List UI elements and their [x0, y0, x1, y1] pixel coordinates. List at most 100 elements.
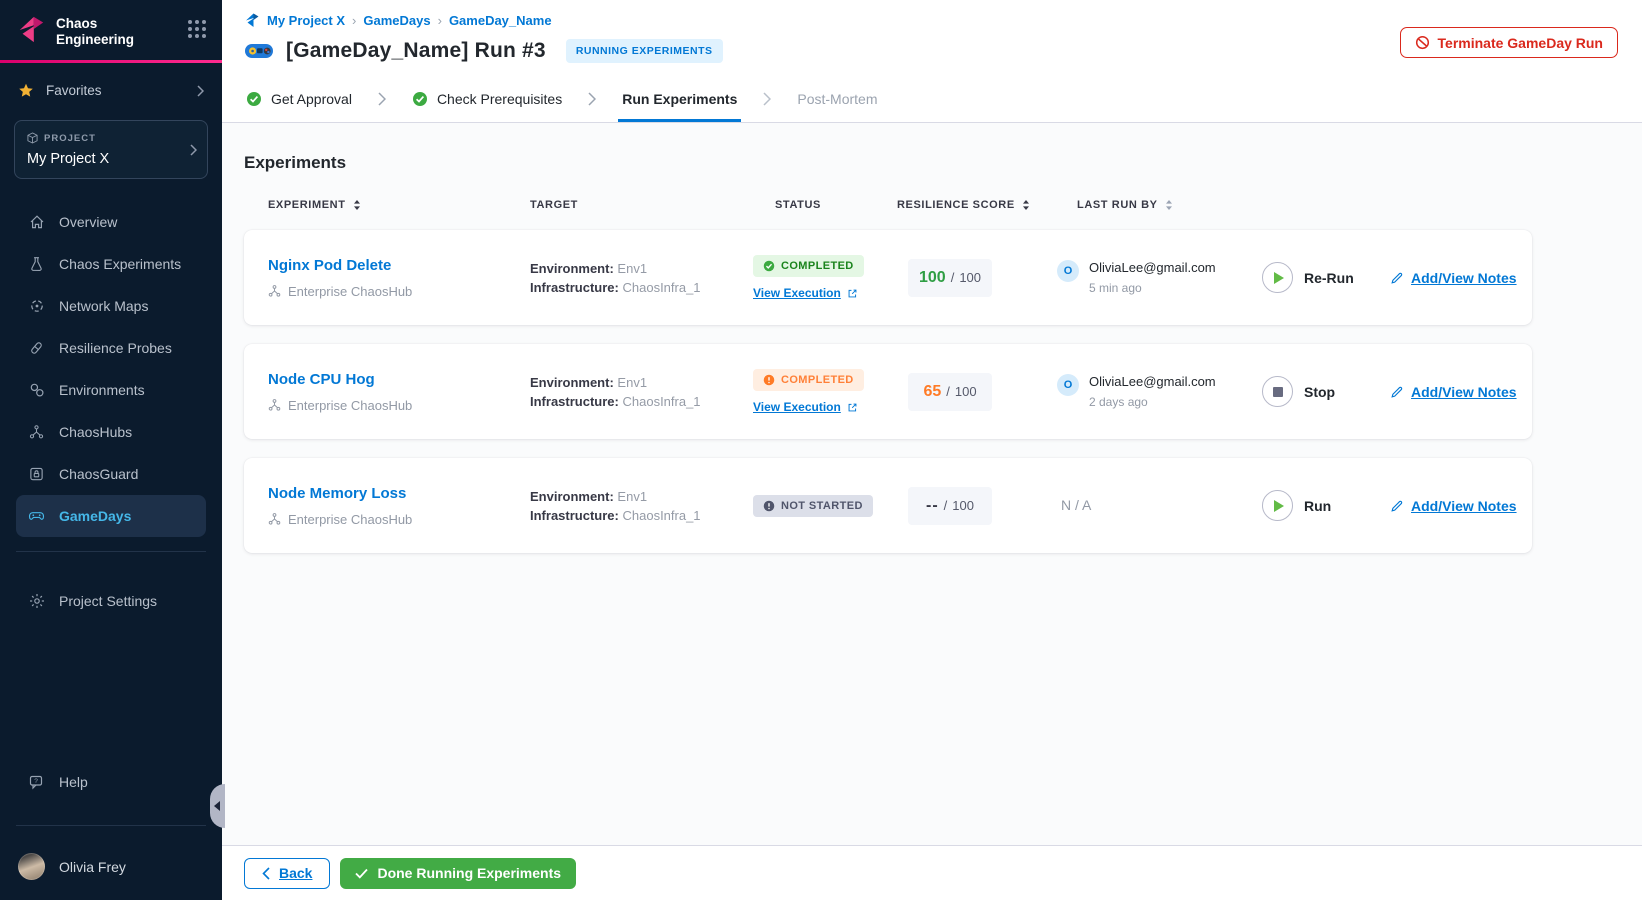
step-label: Post-Mortem: [797, 91, 878, 107]
help-label: Help: [59, 774, 88, 790]
view-execution-link[interactable]: View Execution: [753, 286, 858, 300]
table-row: Nginx Pod Delete Enterprise ChaosHub Env…: [244, 230, 1532, 325]
sidebar-item-help[interactable]: ? Help: [16, 761, 206, 803]
status-cell: COMPLETED View Execution: [753, 369, 889, 414]
nav-label: ChaosGuard: [59, 466, 139, 483]
sidebar-item-gamedays[interactable]: GameDays: [16, 495, 206, 538]
experiments-section: Experiments EXPERIMENT TARGET STATUS RES…: [222, 123, 1642, 845]
experiment-link[interactable]: Node CPU Hog: [268, 371, 375, 388]
sidebar-header: Chaos Engineering: [0, 0, 222, 60]
experiments-heading: Experiments: [244, 153, 347, 172]
step-label: Check Prerequisites: [436, 91, 563, 107]
pencil-icon: [1391, 500, 1403, 512]
sidebar-item-favorites[interactable]: Favorites: [0, 63, 222, 104]
breadcrumb-link-gameday-name[interactable]: GameDay_Name: [449, 13, 552, 28]
runner-avatar: O: [1057, 374, 1079, 396]
user-avatar: [18, 853, 45, 880]
step-post-mortem: Post-Mortem: [797, 76, 877, 122]
runner-time: 2 days ago: [1089, 395, 1148, 409]
svg-text:?: ?: [34, 778, 38, 785]
rerun-button[interactable]: Re-Run: [1262, 262, 1390, 293]
experiment-cell: Node Memory Loss Enterprise ChaosHub: [268, 485, 530, 527]
step-get-approval[interactable]: Get Approval: [246, 76, 352, 122]
score-value: 65: [923, 382, 942, 400]
table-row: Node Memory Loss Enterprise ChaosHub Env…: [244, 458, 1532, 553]
favorites-label: Favorites: [46, 83, 102, 99]
column-header-resilience-score[interactable]: RESILIENCE SCORE: [889, 199, 1057, 211]
chaoshub-icon: [268, 398, 281, 412]
last-run-by-cell: N / A: [1057, 497, 1262, 515]
external-link-icon: [848, 289, 857, 297]
page-title: [GameDay_Name] Run #3: [286, 39, 546, 62]
chaoshub-icon: [268, 284, 281, 298]
terminate-gameday-run-button[interactable]: Terminate GameDay Run: [1399, 27, 1618, 58]
sidebar-item-overview[interactable]: Overview: [16, 201, 206, 243]
step-check-prerequisites[interactable]: Check Prerequisites: [412, 76, 562, 122]
chevron-left-icon: [262, 866, 270, 880]
chaos-engineering-logo-icon: [16, 14, 46, 44]
environments-icon: [28, 382, 45, 398]
target-cell: Environment: Env1 Infrastructure: ChaosI…: [530, 488, 701, 523]
check-circle-icon: [412, 91, 428, 107]
target-cell: Environment: Env1 Infrastructure: ChaosI…: [530, 260, 701, 295]
runner-avatar: O: [1057, 260, 1079, 282]
column-header-status: STATUS: [775, 199, 821, 211]
run-button[interactable]: Run: [1262, 490, 1390, 521]
experiment-cell: Nginx Pod Delete Enterprise ChaosHub: [268, 257, 530, 299]
add-view-notes-link[interactable]: Add/View Notes: [1390, 498, 1532, 514]
score-value: --: [926, 496, 939, 514]
apps-grid-icon[interactable]: [188, 14, 206, 38]
sidebar-item-network-maps[interactable]: Network Maps: [16, 285, 206, 327]
done-running-experiments-button[interactable]: Done Running Experiments: [340, 857, 577, 889]
score-cell: 65 / 100: [889, 372, 1057, 411]
flask-icon: [28, 256, 45, 272]
experiment-link[interactable]: Node Memory Loss: [268, 485, 406, 502]
breadcrumb-link-project[interactable]: My Project X: [267, 13, 345, 28]
breadcrumb-link-gamedays[interactable]: GameDays: [363, 13, 430, 28]
step-run-experiments[interactable]: Run Experiments: [618, 76, 742, 122]
project-selector[interactable]: PROJECT My Project X: [14, 120, 208, 180]
gameday-stepper: Get Approval Check Prerequisites Run Exp…: [222, 76, 1642, 123]
sidebar-item-resilience-probes[interactable]: Resilience Probes: [16, 327, 206, 369]
add-view-notes-link[interactable]: Add/View Notes: [1390, 270, 1532, 286]
collapse-arrow-icon: [213, 801, 220, 811]
nav-label: Overview: [59, 214, 118, 231]
nav-label: Network Maps: [59, 298, 149, 315]
target-cell: Environment: Env1 Infrastructure: ChaosI…: [530, 374, 701, 409]
score-value: 100: [918, 268, 946, 286]
view-execution-link[interactable]: View Execution: [753, 400, 858, 414]
check-circle-icon: [246, 91, 262, 107]
gamepad-emoji-icon: [244, 40, 274, 62]
user-profile[interactable]: Olivia Frey: [0, 840, 222, 900]
runner-email: OliviaLee@gmail.com: [1089, 260, 1216, 275]
play-icon[interactable]: [1262, 262, 1293, 293]
runner-email: OliviaLee@gmail.com: [1089, 374, 1216, 389]
sidebar-item-project-settings[interactable]: Project Settings: [16, 580, 206, 622]
sidebar-item-chaoshubs[interactable]: ChaosHubs: [16, 411, 206, 453]
play-icon[interactable]: [1262, 490, 1293, 521]
stop-icon[interactable]: [1262, 376, 1293, 407]
score-cell: 100 / 100: [889, 258, 1057, 297]
sidebar-divider: [16, 825, 206, 826]
hub-icon: [28, 424, 45, 440]
collapse-sidebar-handle[interactable]: [210, 784, 225, 828]
back-button[interactable]: Back: [244, 857, 331, 889]
help-chat-icon: ?: [28, 775, 45, 790]
add-view-notes-link[interactable]: Add/View Notes: [1390, 384, 1532, 400]
sidebar-item-chaos-experiments[interactable]: Chaos Experiments: [16, 243, 206, 285]
external-link-icon: [848, 403, 857, 411]
sidebar-item-environments[interactable]: Environments: [16, 369, 206, 411]
home-icon: [28, 214, 45, 230]
chevron-right-icon: [197, 85, 204, 97]
experiment-link[interactable]: Nginx Pod Delete: [268, 257, 391, 274]
column-header-experiment[interactable]: EXPERIMENT: [268, 199, 530, 211]
nav-label: GameDays: [59, 508, 132, 525]
stop-button[interactable]: Stop: [1262, 376, 1390, 407]
chevron-right-icon: [190, 144, 197, 156]
status-badge: COMPLETED: [753, 369, 864, 391]
status-badge: NOT STARTED: [753, 494, 873, 517]
project-label: PROJECT: [44, 132, 96, 144]
sidebar-item-chaosguard[interactable]: ChaosGuard: [16, 453, 206, 495]
column-header-last-run-by[interactable]: LAST RUN BY: [1057, 199, 1262, 211]
last-run-by-cell: O OliviaLee@gmail.com 2 days ago: [1057, 374, 1262, 409]
